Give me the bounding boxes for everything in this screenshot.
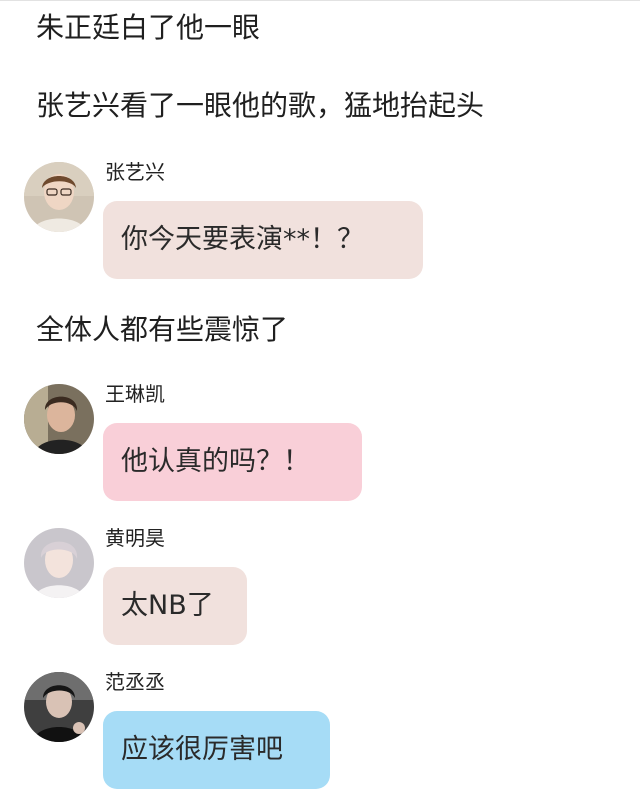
avatar[interactable] (24, 528, 94, 598)
message-bubble[interactable]: 应该很厉害吧 (103, 711, 330, 789)
message-bubble[interactable]: 他认真的吗？！ (103, 423, 362, 501)
sender-name: 范丞丞 (105, 670, 165, 694)
person-avatar-icon (24, 384, 94, 454)
avatar[interactable] (24, 162, 94, 232)
narration-line: 全体人都有些震惊了 (36, 313, 289, 346)
person-avatar-icon (24, 162, 94, 232)
avatar[interactable] (24, 672, 94, 742)
message-bubble[interactable]: 你今天要表演**！？ (103, 201, 423, 279)
avatar[interactable] (24, 384, 94, 454)
message-bubble[interactable]: 太NB了 (103, 567, 247, 645)
narration-line: 张艺兴看了一眼他的歌，猛地抬起头 (36, 89, 485, 122)
narration-line: 朱正廷白了他一眼 (36, 11, 261, 44)
top-divider (0, 0, 640, 1)
sender-name: 王琳凯 (105, 382, 165, 406)
person-avatar-icon (24, 672, 94, 742)
sender-name: 张艺兴 (105, 160, 165, 184)
person-avatar-icon (24, 528, 94, 598)
sender-name: 黄明昊 (105, 526, 165, 550)
